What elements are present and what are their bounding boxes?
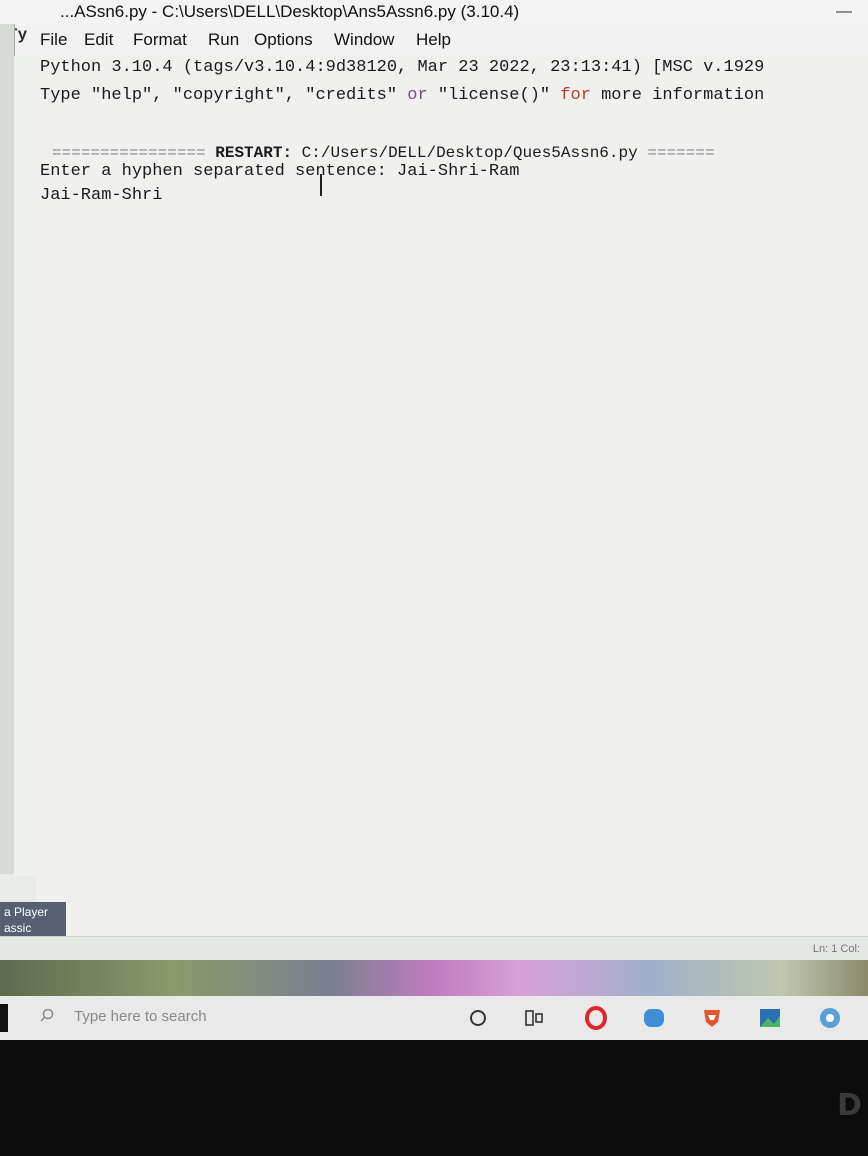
menu-run[interactable]: Run: [208, 30, 239, 50]
shell-text-area[interactable]: Python 3.10.4 (tags/v3.10.4:9d38120, Mar…: [36, 56, 868, 936]
window-title-bar[interactable]: ...ASsn6.py - C:\Users\DELL\Desktop\Ans5…: [0, 0, 868, 24]
chrome-icon[interactable]: [818, 1006, 842, 1030]
menu-edit[interactable]: Edit: [84, 30, 113, 50]
help-hint-part3: more information: [590, 86, 765, 105]
brave-icon[interactable]: [700, 1006, 724, 1030]
photos-icon[interactable]: [758, 1006, 782, 1030]
menu-options[interactable]: Options: [254, 30, 313, 50]
restart-path: C:/Users/DELL/Desktop/Ques5Assn6.py: [292, 144, 648, 162]
restart-label: RESTART:: [215, 144, 293, 162]
start-button[interactable]: [0, 1004, 8, 1032]
minimize-button[interactable]: —: [832, 4, 856, 20]
monitor-bezel: D: [0, 1040, 868, 1156]
desktop-shortcut-label-line1: a Player: [4, 905, 49, 919]
keyword-for: for: [560, 86, 591, 105]
monitor-screen: ...ASsn6.py - C:\Users\DELL\Desktop\Ans5…: [0, 0, 868, 1040]
cortana-icon[interactable]: [466, 1006, 490, 1030]
help-hint-part1: Type "help", "copyright", "credits": [40, 86, 408, 105]
restart-line: ================ RESTART: C:/Users/DELL/…: [52, 144, 715, 162]
opera-icon[interactable]: [584, 1006, 608, 1030]
brand-logo: D: [837, 1088, 862, 1123]
menu-format[interactable]: Format: [133, 30, 187, 50]
menu-bar: Ty File Edit Format Run Options Window H…: [0, 24, 868, 56]
text-cursor: [320, 174, 322, 196]
cursor-position: Ln: 1 Col:: [812, 943, 860, 955]
taskbar-search-box[interactable]: Type here to search: [36, 1004, 356, 1032]
keyword-or: or: [407, 86, 428, 105]
help-hint-line: Type "help", "copyright", "credits" or "…: [40, 86, 764, 105]
menu-window[interactable]: Window: [334, 30, 394, 50]
restart-separator-right: =======: [647, 144, 715, 162]
shell-sidebar: [14, 56, 37, 876]
desktop-shortcut-label-line2: assic: [4, 921, 32, 935]
search-icon: [40, 1008, 54, 1022]
window-left-edge: [0, 24, 15, 874]
python-banner-line: Python 3.10.4 (tags/v3.10.4:9d38120, Mar…: [40, 58, 765, 77]
desktop-shortcut-label[interactable]: a Player assic: [0, 902, 66, 938]
window-title: ...ASsn6.py - C:\Users\DELL\Desktop\Ans5…: [60, 2, 520, 21]
taskbar: Type here to search: [0, 996, 868, 1040]
program-output-line: Jai-Ram-Shri: [40, 186, 163, 205]
task-view-icon[interactable]: [522, 1006, 546, 1030]
input-prompt-line: Enter a hyphen separated sentence: Jai-S…: [40, 162, 520, 181]
desktop-wallpaper: [0, 960, 868, 996]
help-hint-part2: "license()": [427, 86, 561, 105]
restart-separator-left: ================: [52, 144, 216, 162]
messaging-icon[interactable]: [642, 1006, 666, 1030]
menu-file[interactable]: File: [40, 30, 67, 50]
status-bar: Ln: 1 Col:: [0, 936, 868, 961]
search-placeholder: Type here to search: [74, 1008, 207, 1025]
menu-help[interactable]: Help: [416, 30, 451, 50]
